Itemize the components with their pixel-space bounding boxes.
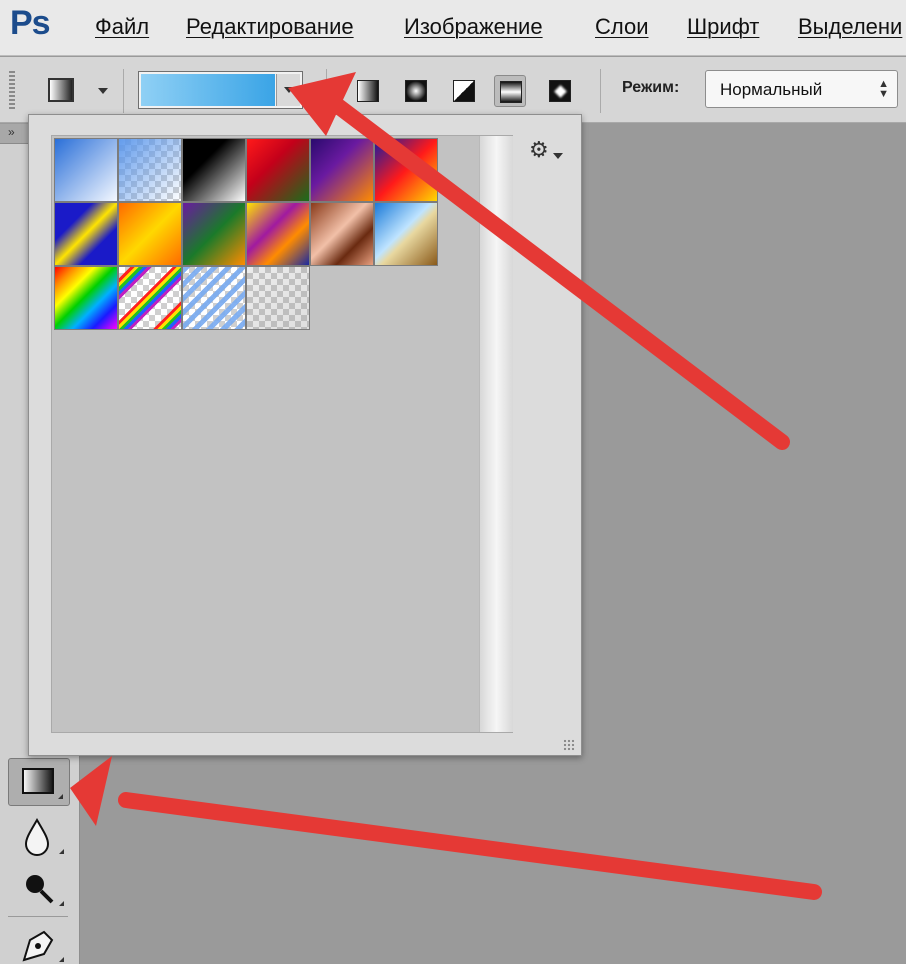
gear-icon[interactable]: ⚙ — [529, 137, 549, 163]
gradient-picker-button[interactable] — [138, 71, 303, 109]
flyout-indicator-icon — [59, 957, 64, 962]
gradient-tool-button[interactable] — [8, 758, 70, 806]
gradient-preset-copper[interactable] — [310, 202, 374, 266]
menu-type[interactable]: Шрифт — [687, 14, 759, 40]
mode-select-value: Нормальный — [720, 80, 823, 99]
gradient-preset-fill — [183, 139, 245, 201]
gradient-preset-fill — [311, 203, 373, 265]
gradient-preset-violet-orange[interactable] — [310, 138, 374, 202]
gradient-tool-icon — [22, 768, 54, 794]
menu-select[interactable]: Выделени — [798, 14, 902, 40]
presets-scrollbar[interactable] — [479, 136, 513, 732]
gradient-preset-fill — [247, 203, 309, 265]
gradient-preset-fill — [183, 203, 245, 265]
mode-label: Режим: — [622, 79, 680, 96]
linear-gradient-button[interactable] — [352, 75, 384, 107]
gradient-preset-red-green[interactable] — [246, 138, 310, 202]
divider — [8, 916, 68, 917]
gradient-preset-fill — [119, 203, 181, 265]
gradient-preset-yellow-violet-orange-blue[interactable] — [246, 202, 310, 266]
linear-gradient-icon — [357, 80, 379, 102]
angle-gradient-icon — [453, 80, 475, 102]
divider — [326, 69, 327, 113]
photoshop-logo: Ps — [10, 4, 51, 42]
gradient-preset-transparent-rainbow[interactable] — [118, 266, 182, 330]
gradient-preset-blue-yellow-blue[interactable] — [54, 202, 118, 266]
diamond-gradient-button[interactable] — [544, 75, 576, 107]
up-down-arrows-icon: ▲ ▼ — [878, 78, 889, 100]
gradient-preset-fill — [119, 139, 181, 201]
menu-edit[interactable]: Редактирование — [186, 14, 354, 40]
gradient-preview[interactable] — [141, 74, 275, 106]
menu-file[interactable]: Файл — [95, 14, 149, 40]
gradient-dropdown-button[interactable] — [276, 74, 300, 106]
gradient-preset-foreground-to-transparent[interactable] — [118, 138, 182, 202]
gradient-preset-fill — [119, 267, 181, 329]
gradient-preset-foreground-to-background[interactable] — [54, 138, 118, 202]
gradient-preset-fill — [55, 203, 117, 265]
gradient-preset-orange-yellow-orange[interactable] — [118, 202, 182, 266]
chevron-down-icon — [284, 87, 294, 93]
gradient-presets-popup: ⚙ — [28, 114, 582, 756]
gradient-preset-violet-green-orange[interactable] — [182, 202, 246, 266]
gradient-preset-fill — [375, 139, 437, 201]
collapse-panel-icon: » — [8, 125, 15, 139]
reflected-gradient-button[interactable] — [494, 75, 526, 107]
menu-layer[interactable]: Слои — [595, 14, 649, 40]
menu-bar: Ps Файл Редактирование Изображение Слои … — [0, 0, 906, 56]
gradient-tool-icon — [48, 78, 74, 102]
gradient-preset-fill — [55, 139, 117, 201]
gradient-preset-fill — [183, 267, 245, 329]
blur-tool-button[interactable] — [8, 812, 70, 860]
angle-gradient-button[interactable] — [448, 75, 480, 107]
tool-preset-picker[interactable] — [40, 75, 108, 105]
mode-select[interactable]: Нормальный ▲ ▼ — [705, 70, 898, 108]
gradient-preset-blue-red-yellow[interactable] — [374, 138, 438, 202]
gradient-preset-fill — [375, 203, 437, 265]
annotation-arrow-to-gradient-tool — [70, 756, 822, 900]
photoshop-window: Ps Файл Редактирование Изображение Слои … — [0, 0, 906, 964]
gradient-preset-chrome[interactable] — [374, 202, 438, 266]
gradient-preset-fill — [247, 139, 309, 201]
diamond-gradient-icon — [549, 80, 571, 102]
gradient-preset-fill — [311, 139, 373, 201]
divider — [600, 69, 601, 113]
divider — [123, 69, 124, 113]
chevron-down-icon — [98, 88, 108, 94]
gradient-preset-fill — [247, 267, 309, 329]
chevron-down-icon — [553, 153, 563, 159]
gradient-preset-neutral-density[interactable] — [246, 266, 310, 330]
gradient-preset-transparent-stripes[interactable] — [182, 266, 246, 330]
options-bar-grip[interactable] — [9, 71, 15, 111]
dodge-tool-button[interactable] — [8, 864, 70, 912]
gradient-preset-black-white[interactable] — [182, 138, 246, 202]
gradient-preset-fill — [55, 267, 117, 329]
gradient-preset-spectrum[interactable] — [54, 266, 118, 330]
radial-gradient-button[interactable] — [400, 75, 432, 107]
menu-image[interactable]: Изображение — [404, 14, 543, 40]
radial-gradient-icon — [405, 80, 427, 102]
reflected-gradient-icon — [500, 81, 522, 103]
flyout-indicator-icon — [58, 794, 63, 799]
flyout-indicator-icon — [59, 901, 64, 906]
flyout-indicator-icon — [59, 849, 64, 854]
gradient-presets-list — [51, 135, 513, 733]
resize-grip-icon[interactable] — [563, 739, 575, 751]
pen-tool-button[interactable] — [8, 920, 70, 964]
